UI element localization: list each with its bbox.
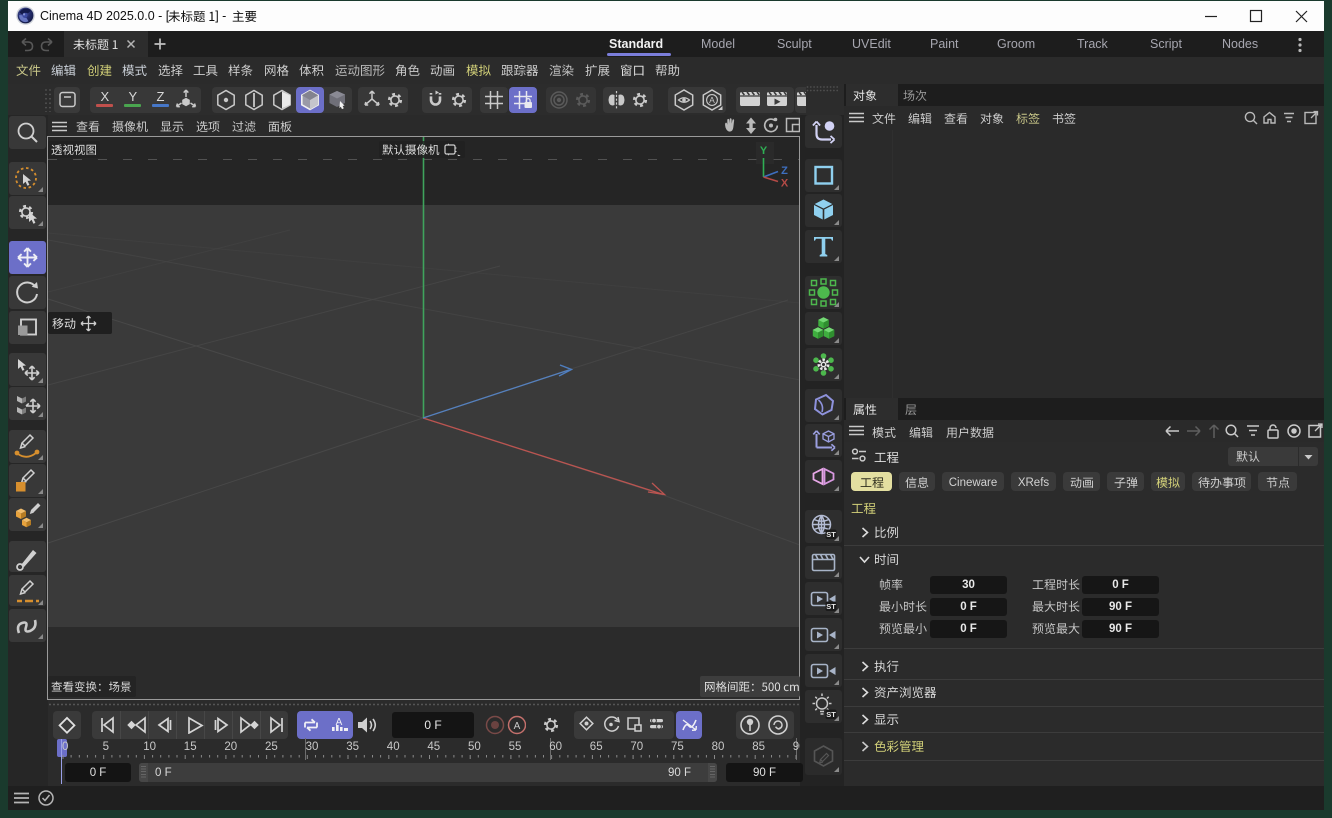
svg-text:X: X [781,178,789,190]
svg-text:ST: ST [826,530,836,539]
svg-text:Z: Z [781,165,788,177]
svg-text:A: A [709,95,715,105]
svg-text:ST: ST [826,602,836,611]
svg-text:A: A [514,721,521,732]
svg-text:Y: Y [760,145,768,157]
svg-text:ST: ST [826,710,836,719]
